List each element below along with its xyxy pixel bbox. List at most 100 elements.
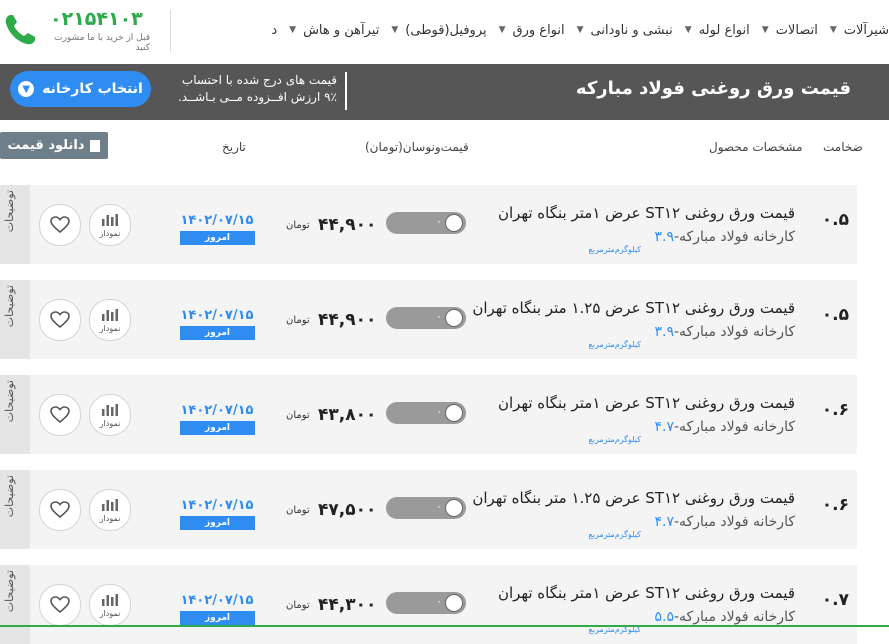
chevron-down-icon: ▼ [576, 25, 584, 35]
price-unit: تومان [286, 315, 310, 326]
description-tab[interactable]: توضیحات [0, 375, 30, 454]
fluctuation-toggle[interactable]: ۰ [386, 307, 466, 329]
description-tab-label: توضیحات [3, 190, 16, 233]
factory-name: کارخانه فولاد مبارکه- [673, 324, 795, 340]
row-thickness: ۰.۵ [821, 305, 849, 325]
weight-unit: کیلوگرم‌متر‌مربع [588, 435, 641, 444]
table-row: توضیحات نمودار ۱۴۰۲/۰۷/۱۵ امروز تومان ۴۳… [0, 375, 857, 454]
chart-button[interactable]: نمودار [89, 394, 131, 436]
menu-item-angles[interactable]: نبشی و ناودانی ▼ [577, 20, 673, 40]
phone-icon[interactable] [2, 12, 38, 48]
row-date: ۱۴۰۲/۰۷/۱۵ [180, 213, 254, 228]
row-date: ۱۴۰۲/۰۷/۱۵ [180, 308, 254, 323]
heart-icon[interactable] [39, 204, 81, 246]
product-title[interactable]: قیمت ورق روغنی ST۱۲ عرض ۱.۲۵ متر بنگاه ت… [472, 489, 795, 507]
product-weight: ۳.۹ [654, 229, 674, 245]
product-factory: کارخانه فولاد مبارکه-۴.۷ [654, 514, 795, 530]
fluctuation-toggle[interactable]: ۰ [386, 497, 466, 519]
description-tab-label: توضیحات [3, 285, 16, 328]
download-file-icon [90, 139, 101, 152]
product-title[interactable]: قیمت ورق روغنی ST۱۲ عرض ۱.۲۵ متر بنگاه ت… [472, 299, 795, 317]
phone-number[interactable]: ۰۲۱۵۴۱۰۳ [50, 8, 143, 30]
description-tab[interactable]: توضیحات [0, 185, 30, 264]
fluctuation-value: ۰ [436, 405, 442, 418]
price-unit: تومان [286, 600, 310, 611]
chart-button[interactable]: نمودار [89, 204, 131, 246]
description-tab[interactable]: توضیحات [0, 280, 30, 359]
product-title[interactable]: قیمت ورق روغنی ST۱۲ عرض ۱متر بنگاه تهران [498, 394, 795, 412]
factory-name: کارخانه فولاد مبارکه- [673, 419, 795, 435]
row-date: ۱۴۰۲/۰۷/۱۵ [180, 498, 254, 513]
row-price: ۴۳,۸۰۰ [318, 405, 377, 425]
row-price: ۴۷,۵۰۰ [318, 500, 377, 520]
download-price-label: دانلود قیمت [7, 138, 85, 153]
chevron-down-icon: ▼ [684, 25, 692, 35]
product-factory: کارخانه فولاد مبارکه-۳.۹ [654, 229, 795, 245]
heart-icon[interactable] [39, 394, 81, 436]
fluctuation-value: ۰ [436, 310, 442, 323]
product-factory: کارخانه فولاد مبارکه-۳.۹ [654, 324, 795, 340]
today-badge: امروز [180, 611, 255, 625]
chevron-down-icon: ▼ [498, 25, 506, 35]
heart-icon[interactable] [39, 489, 81, 531]
fluctuation-toggle[interactable]: ۰ [386, 402, 466, 424]
row-thickness: ۰.۷ [821, 590, 849, 610]
row-price: ۴۴,۹۰۰ [318, 215, 377, 235]
description-tab[interactable]: توضیحات [0, 470, 30, 549]
heart-icon[interactable] [39, 299, 81, 341]
chevron-down-icon: ▼ [391, 25, 399, 35]
weight-unit: کیلوگرم‌متر‌مربع [588, 340, 641, 349]
heart-icon[interactable] [39, 584, 81, 626]
weight-unit: کیلوگرم‌متر‌مربع [588, 245, 641, 254]
chart-label: نمودار [99, 419, 121, 428]
toggle-knob [445, 214, 463, 232]
menu-item-fittings[interactable]: اتصالات ▼ [762, 20, 818, 40]
fluctuation-toggle[interactable]: ۰ [386, 592, 466, 614]
chevron-down-icon: ▼ [18, 81, 35, 97]
menu-item-more[interactable]: د [271, 20, 277, 40]
price-unit: تومان [286, 505, 310, 516]
header-date: تاریخ [222, 140, 246, 154]
chart-label: نمودار [99, 324, 121, 333]
menu-item-sheets[interactable]: انواع ورق ▼ [499, 20, 565, 40]
description-tab-label: توضیحات [3, 380, 16, 423]
price-unit: تومان [286, 410, 310, 421]
vat-note-line-1: قیمت های درج شده با احتساب [181, 73, 337, 87]
today-badge: امروز [180, 231, 255, 245]
chevron-down-icon: ▼ [289, 25, 297, 35]
today-badge: امروز [180, 326, 255, 340]
bar-chart-icon [102, 594, 118, 606]
select-factory-label: انتخاب کارخانه [42, 81, 143, 97]
chart-button[interactable]: نمودار [89, 489, 131, 531]
chart-button[interactable]: نمودار [89, 584, 131, 626]
fluctuation-toggle[interactable]: ۰ [386, 212, 466, 234]
main-menu: شیرآلات ▼ اتصالات ▼ انواع لوله ▼ نبشی و ناو… [259, 20, 889, 40]
table-row: توضیحات نمودار ۱۴۰۲/۰۷/۱۵ امروز تومان ۴۷… [0, 470, 857, 549]
phone-caption: قبل از خرید با ما مشورت کنید [54, 33, 150, 53]
select-factory-button[interactable]: انتخاب کارخانه ▼ [10, 71, 151, 107]
menu-item-beams[interactable]: تیرآهن و هاش ▼ [289, 20, 379, 40]
page-title: قیمت ورق روغنی فولاد مبارکه [575, 78, 851, 99]
vat-note-line-2: ۹٪ ارزش افــزوده مــی بـاشــد. [177, 90, 337, 104]
product-factory: کارخانه فولاد مبارکه-۵.۵ [654, 609, 795, 625]
product-weight: ۴.۷ [654, 514, 674, 530]
product-title[interactable]: قیمت ورق روغنی ST۱۲ عرض ۱متر بنگاه تهران [498, 584, 795, 602]
fluctuation-value: ۰ [436, 500, 442, 513]
row-date: ۱۴۰۲/۰۷/۱۵ [180, 593, 254, 608]
description-tab[interactable]: توضیحات [0, 565, 30, 644]
download-price-button[interactable]: دانلود قیمت [0, 132, 108, 159]
menu-item-faucets[interactable]: شیرآلات ▼ [830, 20, 889, 40]
chart-label: نمودار [99, 229, 121, 238]
vat-note: قیمت های درج شده با احتساب ۹٪ ارزش افــز… [173, 72, 337, 106]
product-factory: کارخانه فولاد مبارکه-۴.۷ [654, 419, 795, 435]
chart-button[interactable]: نمودار [89, 299, 131, 341]
menu-item-pipes[interactable]: انواع لوله ▼ [685, 20, 750, 40]
product-weight: ۵.۵ [654, 609, 674, 625]
header-price: قیمت‌ونوسان(تومان) [365, 140, 469, 154]
chart-label: نمودار [99, 514, 121, 523]
toggle-knob [445, 499, 463, 517]
menu-item-profiles[interactable]: پروفیل(قوطی) ▼ [391, 20, 486, 40]
product-title[interactable]: قیمت ورق روغنی ST۱۲ عرض ۱متر بنگاه تهران [498, 204, 795, 222]
toggle-knob [445, 594, 463, 612]
description-tab-label: توضیحات [3, 475, 16, 518]
